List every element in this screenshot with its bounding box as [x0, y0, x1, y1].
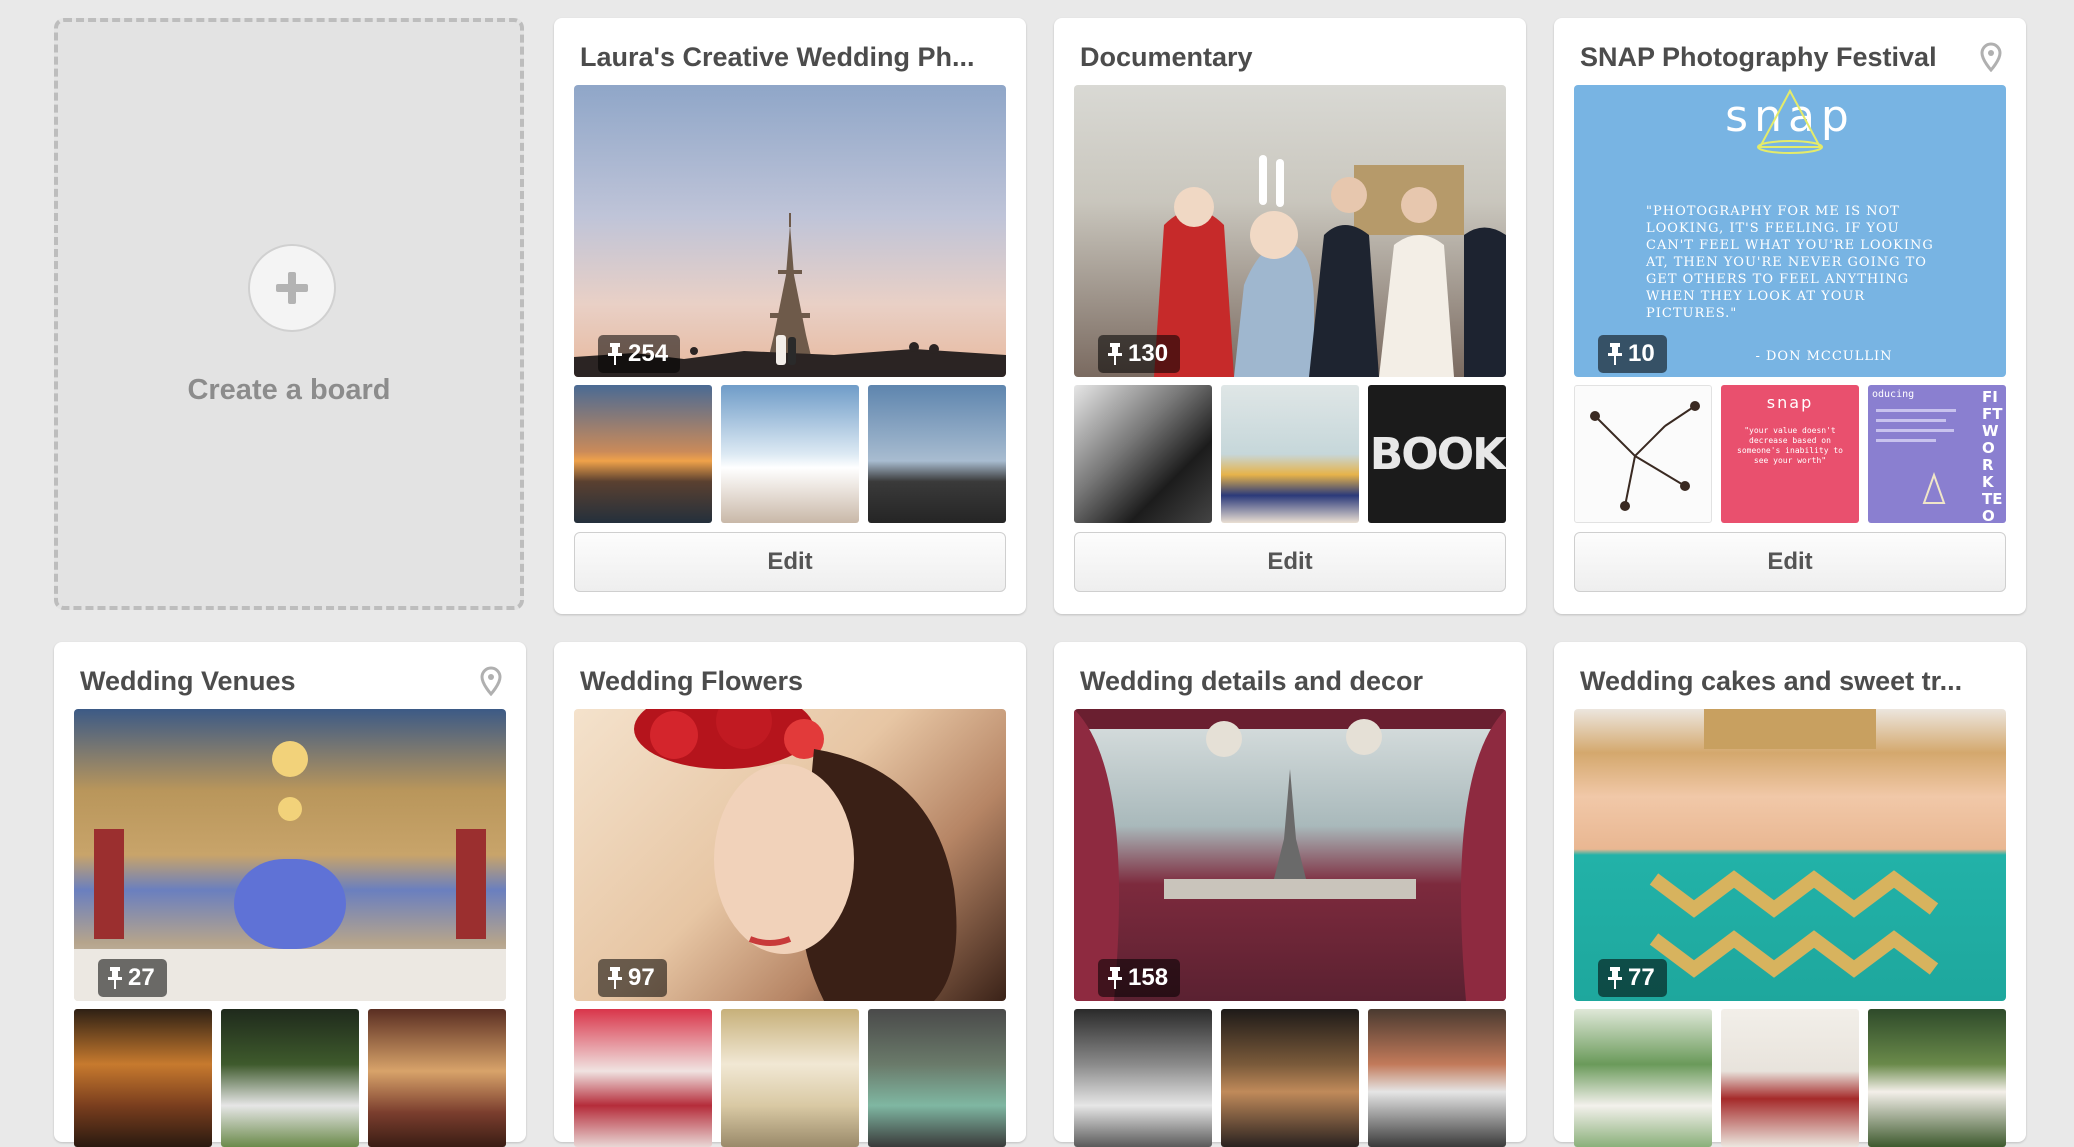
- edit-board-button[interactable]: Edit: [1574, 532, 2006, 592]
- board-title[interactable]: Wedding Venues: [80, 662, 490, 700]
- thumbnail-image[interactable]: [721, 385, 859, 523]
- pin-count-badge: 254: [598, 335, 681, 373]
- board-thumbnails: [1574, 1009, 2006, 1147]
- thumbnail-image[interactable]: [1221, 385, 1359, 523]
- thumbnail-image[interactable]: [1868, 1009, 2006, 1147]
- thumbnail-image[interactable]: [868, 385, 1006, 523]
- board-cover-image[interactable]: 254: [574, 85, 1006, 377]
- thumbnail-image[interactable]: [1574, 1009, 1712, 1147]
- pin-icon: [1608, 967, 1622, 989]
- board-title[interactable]: Wedding cakes and sweet tr...: [1580, 662, 1990, 700]
- thumbnail-image[interactable]: oducing FIFT WORK TE ON MON PAR: [1868, 385, 2006, 523]
- thumbnail-image[interactable]: BOOK: [1368, 385, 1506, 523]
- board-title[interactable]: Laura's Creative Wedding Ph...: [580, 38, 990, 76]
- board-title[interactable]: Wedding details and decor: [1080, 662, 1490, 700]
- thumbnail-image[interactable]: [574, 385, 712, 523]
- pin-icon: [1108, 343, 1122, 365]
- location-marker-icon[interactable]: [1978, 42, 2004, 72]
- board-cover-image[interactable]: snap "Photography for me is not looking,…: [1574, 85, 2006, 377]
- thumbnail-image[interactable]: [1721, 1009, 1859, 1147]
- thumbnail-image[interactable]: [1574, 385, 1712, 523]
- pin-count-badge: 77: [1598, 959, 1667, 997]
- thumbnail-image[interactable]: [368, 1009, 506, 1147]
- book-sign-text: BOOK: [1369, 428, 1506, 480]
- pin-icon: [608, 967, 622, 989]
- thumbnail-image[interactable]: [868, 1009, 1006, 1147]
- pin-icon: [108, 967, 122, 989]
- board-card[interactable]: Documentary 130 BOOK Edit: [1054, 18, 1526, 614]
- board-cover-image[interactable]: 27: [74, 709, 506, 1001]
- board-title[interactable]: Documentary: [1080, 38, 1490, 76]
- thumbnail-image[interactable]: [1368, 1009, 1506, 1147]
- board-cover-image[interactable]: 130: [1074, 85, 1506, 377]
- board-thumbnails: snap "your value doesn't decrease based …: [1574, 385, 2006, 523]
- board-thumbnails: [1074, 1009, 1506, 1147]
- thumbnail-image[interactable]: [221, 1009, 359, 1147]
- edit-board-button[interactable]: Edit: [1074, 532, 1506, 592]
- board-card[interactable]: Wedding details and decor 158: [1054, 642, 1526, 1147]
- pin-count: 158: [1128, 964, 1169, 991]
- board-card[interactable]: SNAP Photography Festival snap "Photogra…: [1554, 18, 2026, 614]
- pin-count-badge: 97: [598, 959, 667, 997]
- board-card[interactable]: Wedding Flowers 97: [554, 642, 1026, 1147]
- snap-quote-text: "Photography for me is not looking, it's…: [1646, 204, 1934, 321]
- plus-icon[interactable]: [248, 244, 336, 332]
- pin-icon: [1108, 967, 1122, 989]
- board-cover-image[interactable]: 77: [1574, 709, 2006, 1001]
- pin-icon: [1608, 343, 1622, 365]
- create-board-tile[interactable]: Create a board: [54, 18, 524, 610]
- pin-count: 97: [628, 964, 655, 991]
- boards-grid: Create a board Laura's Creative Wedding …: [0, 0, 2074, 1147]
- board-card[interactable]: Wedding Venues 27: [54, 642, 526, 1147]
- pin-count: 10: [1628, 340, 1655, 367]
- pin-count: 254: [628, 340, 669, 367]
- thumbnail-image[interactable]: [721, 1009, 859, 1147]
- snap-pink-quote: "your value doesn't decrease based on so…: [1737, 426, 1843, 465]
- snap-pink-logo: snap: [1766, 393, 1814, 412]
- board-thumbnails: [574, 1009, 1006, 1147]
- snap-quote-author: - Don McCullin: [1755, 349, 1893, 364]
- create-board-label: Create a board: [187, 374, 391, 406]
- board-card[interactable]: Laura's Creative Wedding Ph... 254 Edit: [554, 18, 1026, 614]
- pin-icon: [608, 343, 622, 365]
- pin-count: 130: [1128, 340, 1169, 367]
- board-thumbnails: BOOK: [1074, 385, 1506, 523]
- pin-count-badge: 27: [98, 959, 167, 997]
- board-cover-image[interactable]: 97: [574, 709, 1006, 1001]
- thumbnail-image[interactable]: [574, 1009, 712, 1147]
- pin-count-badge: 10: [1598, 335, 1667, 373]
- edit-board-button[interactable]: Edit: [574, 532, 1006, 592]
- board-title[interactable]: Wedding Flowers: [580, 662, 990, 700]
- thumbnail-image[interactable]: [1221, 1009, 1359, 1147]
- pin-count-badge: 130: [1098, 335, 1181, 373]
- pin-count: 27: [128, 964, 155, 991]
- thumbnail-image[interactable]: [1074, 1009, 1212, 1147]
- board-cover-image[interactable]: 158: [1074, 709, 1506, 1001]
- thumbnail-image[interactable]: snap "your value doesn't decrease based …: [1721, 385, 1859, 523]
- board-thumbnails: [74, 1009, 506, 1147]
- board-thumbnails: [574, 385, 1006, 523]
- thumbnail-image[interactable]: [74, 1009, 212, 1147]
- pin-count-badge: 158: [1098, 959, 1181, 997]
- thumbnail-image[interactable]: [1074, 385, 1212, 523]
- board-title[interactable]: SNAP Photography Festival: [1580, 38, 1990, 76]
- board-card[interactable]: Wedding cakes and sweet tr... 77: [1554, 642, 2026, 1147]
- location-marker-icon[interactable]: [478, 666, 504, 696]
- pin-count: 77: [1628, 964, 1655, 991]
